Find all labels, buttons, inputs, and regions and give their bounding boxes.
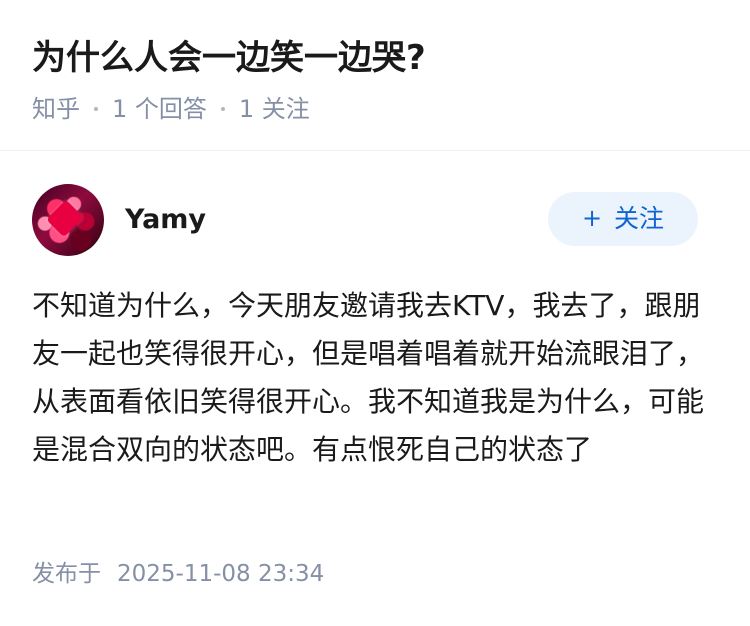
follow-button-label: 关注 — [614, 204, 665, 233]
plus-icon: + — [581, 204, 603, 232]
follow-button[interactable]: + 关注 — [548, 192, 698, 246]
question-answer-page: 为什么人会一边笑一边哭? 知乎 1 个回答 1 关注 Yamy + 关注 不知道… — [0, 0, 750, 626]
publish-time: 发布于 2025-11-08 23:34 — [32, 556, 324, 592]
answer-content: 不知道为什么，今天朋友邀请我去KTV，我去了，跟朋友一起也笑得很开心，但是唱着唱… — [32, 289, 705, 466]
follower-count[interactable]: 1 关注 — [239, 92, 310, 126]
publish-datetime: 2025-11-08 23:34 — [117, 561, 325, 587]
profile-avatar-icon[interactable] — [32, 184, 104, 256]
meta-separator-dot — [94, 107, 98, 111]
answer-card: Yamy + 关注 不知道为什么，今天朋友邀请我去KTV，我去了，跟朋友一起也笑… — [0, 151, 750, 626]
question-title[interactable]: 为什么人会一边笑一边哭? — [32, 35, 426, 81]
publish-label: 发布于 — [32, 561, 101, 587]
platform-name[interactable]: 知乎 — [32, 92, 80, 126]
meta-separator-dot — [220, 107, 225, 111]
author-name[interactable]: Yamy — [125, 202, 206, 238]
question-header: 为什么人会一边笑一边哭? 知乎 1 个回答 1 关注 — [0, 0, 750, 151]
question-meta: 知乎 1 个回答 1 关注 — [32, 92, 310, 126]
answer-count[interactable]: 1 个回答 — [112, 92, 207, 126]
